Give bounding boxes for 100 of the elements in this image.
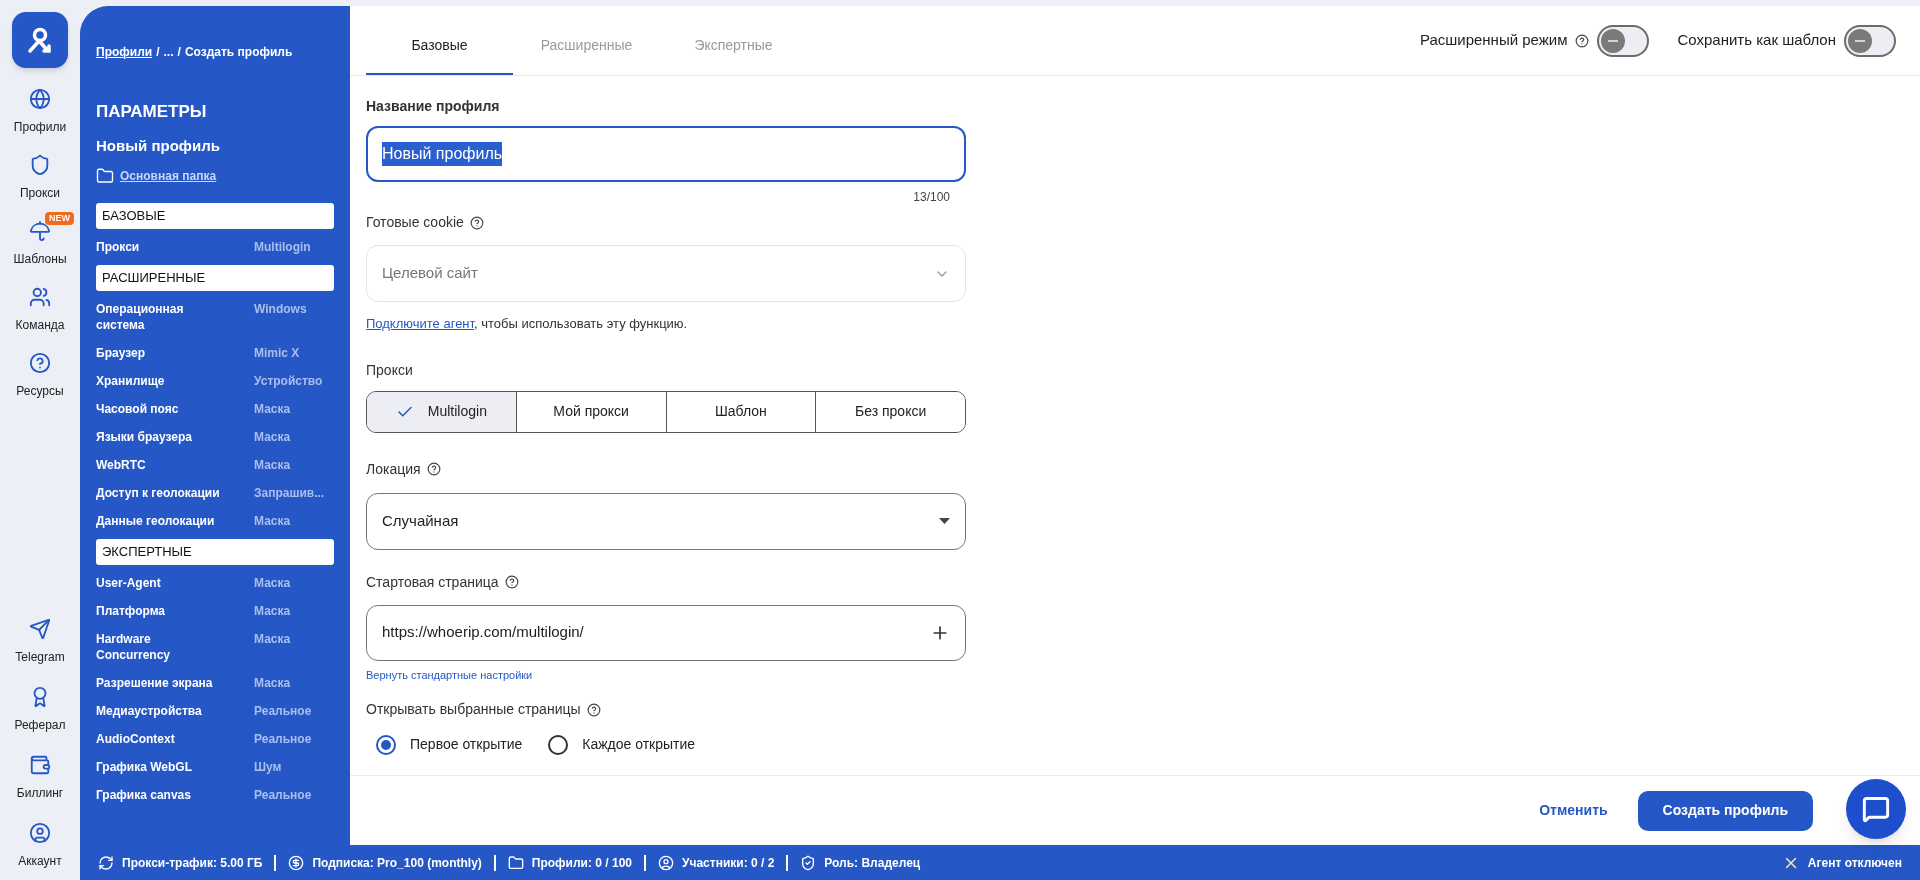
sidebar-row[interactable]: Хранилище Устройство	[96, 367, 334, 395]
setting-name: User-Agent	[96, 575, 162, 591]
setting-value: Mimic X	[254, 345, 300, 361]
setting-name: Языки браузера	[96, 429, 193, 445]
help-icon[interactable]	[586, 702, 601, 717]
char-counter: 13/100	[913, 189, 950, 206]
status-item: Подписка: Pro_100 (monthly)	[312, 855, 482, 870]
setting-value: Маска	[254, 457, 291, 473]
status-item: Участники: 0 / 2	[682, 855, 775, 870]
setting-value: Запрашив...	[254, 485, 325, 501]
breadcrumb-item: ...	[163, 44, 174, 61]
help-icon[interactable]	[1575, 33, 1590, 48]
app-logo[interactable]	[12, 12, 68, 68]
breadcrumb-separator: /	[156, 44, 160, 61]
folder-link[interactable]: Основная папка	[120, 167, 217, 185]
setting-name: Данные геолокации	[96, 513, 216, 529]
rail-item[interactable]: Прокси	[4, 150, 76, 206]
setting-name: Разрешение экрана	[96, 675, 214, 691]
setting-value: Маска	[254, 575, 291, 591]
rail-item[interactable]: Профили	[4, 84, 76, 140]
setting-name: Медиаустройства	[96, 703, 203, 719]
folder-icon	[507, 854, 524, 871]
status-item: Профили: 0 / 100	[531, 855, 632, 870]
location-select[interactable]: Случайная	[366, 492, 966, 550]
sidebar-row[interactable]: Графика canvas Реальное	[96, 781, 334, 809]
section-header[interactable]: ЭКСПЕРТНЫЕ	[96, 539, 334, 565]
sidebar-row[interactable]: Hardware Concurrency Маска	[96, 625, 334, 669]
create-profile-button[interactable]: Создать профиль	[1637, 790, 1813, 831]
rail-item[interactable]: Команда	[4, 282, 76, 338]
toggle-switch[interactable]	[1844, 24, 1896, 57]
shield-icon	[800, 854, 817, 871]
rail-label: Аккаунт	[18, 853, 62, 870]
radio-button[interactable]	[548, 734, 569, 755]
chat-icon	[1862, 795, 1890, 823]
setting-name: Hardware Concurrency	[96, 631, 172, 663]
setting-value: Реальное	[254, 703, 312, 719]
sidebar-row[interactable]: Данные геолокации Маска	[96, 507, 334, 535]
rail-label: Telegram	[15, 649, 65, 666]
cancel-button[interactable]: Отменить	[1537, 800, 1610, 821]
setting-value: Windows	[254, 301, 307, 318]
help-icon[interactable]	[469, 215, 484, 230]
sidebar-row[interactable]: Языки браузера Маска	[96, 423, 334, 451]
breadcrumb-link[interactable]: Профили	[96, 43, 153, 61]
reset-link[interactable]: Вернуть стандартные настройки	[366, 666, 533, 683]
toggle-switch[interactable]	[1597, 24, 1650, 57]
sidebar-row[interactable]: Браузер Mimic X	[96, 339, 334, 367]
status-item: Роль: Владелец	[824, 855, 921, 870]
setting-name: Графика canvas	[96, 787, 192, 803]
start-page-field[interactable]: https://whoerip.com/multilogin/	[366, 604, 966, 661]
sidebar-row[interactable]: Часовой пояс Маска	[96, 395, 334, 423]
profile-name-field[interactable]: Новый профиль	[366, 126, 966, 182]
tab[interactable]: Базовые	[366, 17, 513, 75]
sidebar-row[interactable]: AudioContext Реальное	[96, 725, 334, 753]
setting-value: Реальное	[254, 787, 312, 803]
rail-item[interactable]: Telegram	[4, 614, 76, 670]
cookie-select[interactable]: Целевой сайт	[366, 245, 966, 302]
dropdown-icon	[939, 518, 950, 524]
logo-icon	[26, 26, 54, 54]
setting-name: WebRTC	[96, 457, 147, 473]
umbrella-icon	[29, 220, 51, 242]
setting-name: Платформа	[96, 603, 167, 619]
field-label: Прокси	[366, 360, 414, 380]
setting-value: Реальное	[254, 731, 312, 747]
setting-value: Маска	[254, 401, 291, 417]
setting-value: Маска	[254, 675, 291, 691]
field-label: Локация	[366, 459, 421, 479]
sidebar-row[interactable]: Разрешение экрана Маска	[96, 669, 334, 697]
rail-item[interactable]: Биллинг	[4, 750, 76, 806]
section-header[interactable]: БАЗОВЫЕ	[96, 203, 334, 229]
user-icon	[29, 822, 51, 844]
sidebar-row[interactable]: WebRTC Маска	[96, 451, 334, 479]
help-icon[interactable]	[504, 575, 519, 589]
radio-button[interactable]	[376, 734, 396, 755]
proxy-option[interactable]: Без прокси	[815, 391, 965, 432]
proxy-option[interactable]: Multilogin	[367, 391, 516, 432]
setting-value: Multilogin	[254, 239, 311, 255]
toggle-label: Расширенный режим	[1419, 30, 1568, 51]
agent-link[interactable]: Подключите агент	[366, 316, 475, 331]
sidebar-row[interactable]: Медиаустройства Реальное	[96, 697, 334, 725]
toggle-label: Сохранить как шаблон	[1677, 30, 1836, 51]
setting-value: Шум	[254, 759, 282, 775]
sidebar-row[interactable]: Операционная система Windows	[96, 295, 334, 339]
radio-label: Первое открытие	[410, 735, 523, 754]
setting-name: AudioContext	[96, 731, 176, 747]
sidebar-row[interactable]: Доступ к геолокации Запрашив...	[96, 479, 334, 507]
refresh-icon	[98, 854, 114, 871]
rail-item[interactable]: Ресурсы	[4, 348, 76, 404]
help-icon[interactable]	[426, 462, 441, 476]
sidebar-row[interactable]: Графика WebGL Шум	[96, 753, 334, 781]
sidebar-row[interactable]: Прокси Multilogin	[96, 233, 334, 261]
setting-value: Маска	[254, 429, 291, 445]
rail-item[interactable]: Реферал	[4, 682, 76, 738]
folder-icon	[96, 167, 114, 185]
field-label: Название профиля	[366, 98, 501, 114]
field-label: Готовые cookie	[366, 213, 464, 232]
rail-item[interactable]: Аккаунт	[4, 818, 76, 874]
sidebar-row[interactable]: User-Agent Маска	[96, 569, 334, 597]
section-header[interactable]: РАСШИРЕННЫЕ	[96, 265, 334, 291]
sidebar-row[interactable]: Платформа Маска	[96, 597, 334, 625]
chat-button[interactable]	[1846, 779, 1906, 839]
